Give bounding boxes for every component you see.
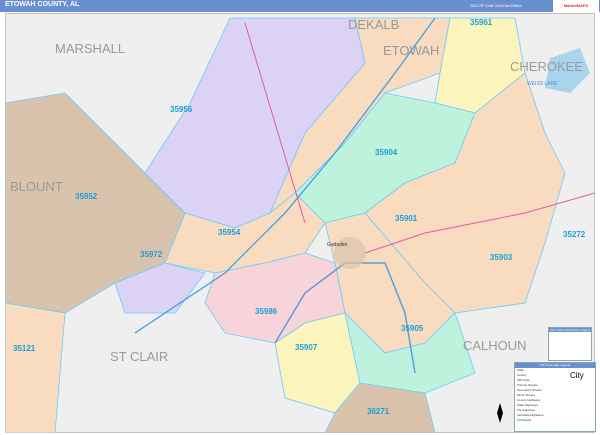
- zip-label: 35121: [13, 344, 36, 353]
- zip-label: 36271: [367, 407, 390, 416]
- zip-label: 35986: [255, 307, 278, 316]
- zip-area-35121: [5, 302, 66, 433]
- zip-label: 35901: [395, 214, 418, 223]
- zip-label: 35905: [401, 324, 424, 333]
- city-label: Gadsden: [327, 242, 348, 248]
- county-label: MARSHALL: [55, 41, 125, 56]
- header-bar: ETOWAH COUNTY, AL 2022 ZIP Code ColorCas…: [0, 0, 600, 12]
- zip-label: 35904: [375, 148, 398, 157]
- zip-label: 35972: [140, 250, 163, 259]
- county-label: ETOWAH: [383, 43, 439, 58]
- map-legend: ZIP Code Map Legend State County ZIP Cod…: [514, 362, 596, 432]
- zip-label: 35903: [490, 253, 513, 262]
- edition-label: 2022 ZIP Code ColorCast Edition: [470, 4, 522, 8]
- county-label: CALHOUN: [463, 338, 527, 353]
- zip-label: 35272: [563, 230, 586, 239]
- zip-label: 35961: [470, 18, 493, 27]
- map-title: ETOWAH COUNTY, AL: [5, 1, 80, 8]
- zip-index-title: ZIP Code Index/Color Legend: [549, 328, 591, 332]
- zip-map[interactable]: MARSHALL DEKALB ETOWAH CHEROKEE BLOUNT S…: [5, 13, 595, 433]
- lake-label: WEISS LAKE: [527, 81, 558, 87]
- county-label: ST CLAIR: [110, 349, 168, 364]
- county-label: DEKALB: [348, 17, 399, 32]
- zip-label: 35952: [75, 192, 98, 201]
- legend-item: Toll Roads: [517, 418, 532, 422]
- legend-city-sample: City: [570, 371, 584, 380]
- zip-label: 35954: [218, 228, 241, 237]
- logo: MarketMAPS: [553, 0, 599, 12]
- zip-index-legend: ZIP Code Index/Color Legend: [548, 327, 592, 361]
- zip-label: 35956: [170, 105, 193, 114]
- county-label: BLOUNT: [10, 179, 63, 194]
- zip-label: 35907: [295, 343, 318, 352]
- county-label: CHEROKEE: [510, 59, 583, 74]
